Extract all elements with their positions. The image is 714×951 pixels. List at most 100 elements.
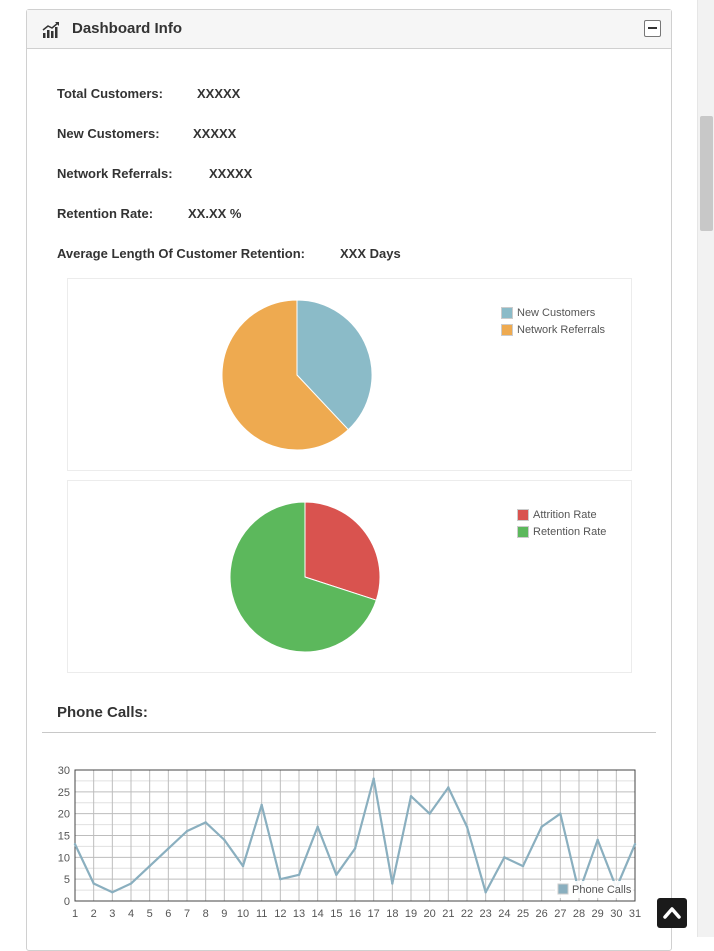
x-tick-label: 10 bbox=[237, 908, 249, 920]
x-tick-label: 22 bbox=[461, 908, 473, 920]
data-point bbox=[503, 856, 506, 859]
y-tick-label: 30 bbox=[58, 765, 70, 777]
data-point bbox=[204, 821, 207, 824]
data-point bbox=[447, 786, 450, 789]
y-tick-label: 0 bbox=[64, 896, 70, 908]
legend-swatch-network-referrals bbox=[501, 324, 513, 336]
data-point bbox=[372, 777, 375, 780]
data-point bbox=[92, 882, 95, 885]
data-point bbox=[484, 891, 487, 894]
x-tick-label: 12 bbox=[274, 908, 286, 920]
data-point bbox=[167, 847, 170, 850]
data-point bbox=[521, 864, 525, 868]
data-point bbox=[596, 838, 599, 842]
x-tick-label: 1 bbox=[72, 908, 78, 920]
data-point bbox=[223, 838, 226, 842]
legend-swatch-new-customers bbox=[501, 307, 513, 319]
collapse-button[interactable] bbox=[644, 20, 661, 37]
data-point bbox=[428, 812, 431, 815]
scrollbar-thumb[interactable] bbox=[700, 116, 713, 231]
x-tick-label: 23 bbox=[480, 908, 492, 920]
data-point bbox=[633, 843, 637, 846]
stat-value-new-customers: XXXXX bbox=[193, 126, 237, 141]
chevron-up-icon bbox=[663, 907, 681, 919]
data-point bbox=[353, 847, 357, 850]
x-tick-label: 16 bbox=[349, 908, 361, 920]
page-scrollbar[interactable] bbox=[697, 0, 714, 937]
x-tick-label: 21 bbox=[442, 908, 454, 920]
x-tick-label: 19 bbox=[405, 908, 417, 920]
x-tick-label: 31 bbox=[629, 908, 641, 920]
data-point bbox=[129, 882, 133, 885]
x-tick-label: 5 bbox=[147, 908, 153, 920]
legend-item-retention-rate: Retention Rate bbox=[517, 524, 606, 541]
legend-label-retention-rate: Retention Rate bbox=[533, 526, 607, 538]
y-tick-label: 5 bbox=[64, 874, 70, 886]
legend-label-attrition-rate: Attrition Rate bbox=[533, 509, 597, 521]
x-tick-label: 9 bbox=[221, 908, 227, 920]
x-tick-label: 24 bbox=[498, 908, 510, 920]
x-tick-label: 7 bbox=[184, 908, 190, 920]
retention-pie-chart-box: Attrition Rate Retention Rate bbox=[67, 480, 632, 673]
panel-title: Dashboard Info bbox=[72, 20, 183, 37]
data-point bbox=[540, 825, 543, 828]
data-point bbox=[111, 891, 114, 894]
legend-label-new-customers: New Customers bbox=[517, 307, 596, 319]
data-point bbox=[409, 795, 413, 798]
x-tick-label: 17 bbox=[368, 908, 380, 920]
line-legend-label: Phone Calls bbox=[572, 884, 632, 896]
data-point bbox=[73, 843, 77, 846]
back-to-top-button[interactable] bbox=[657, 898, 687, 928]
data-point bbox=[297, 873, 301, 876]
data-point bbox=[279, 877, 282, 881]
phone-calls-title: Phone Calls: bbox=[57, 704, 148, 721]
x-tick-label: 6 bbox=[165, 908, 171, 920]
x-tick-label: 26 bbox=[536, 908, 548, 920]
stat-value-avg-retention: XXX Days bbox=[340, 246, 401, 261]
data-point bbox=[316, 825, 319, 828]
x-tick-label: 11 bbox=[256, 908, 267, 920]
customers-pie-legend: New Customers Network Referrals bbox=[501, 305, 605, 339]
bar-chart-icon bbox=[42, 21, 60, 39]
x-tick-label: 14 bbox=[312, 908, 324, 920]
legend-item-attrition-rate: Attrition Rate bbox=[517, 507, 606, 524]
panel-header: Dashboard Info bbox=[27, 10, 671, 49]
phone-calls-line-chart: 0510152025301 2 3 4 5 6 7 8 9 10 11 12 13 14 15 16 17 18 1… bbox=[58, 765, 641, 920]
x-tick-label: 18 bbox=[386, 908, 398, 920]
data-point bbox=[148, 864, 151, 868]
x-tick-label: 8 bbox=[203, 908, 209, 920]
y-tick-label: 20 bbox=[58, 809, 70, 821]
stat-label-new-customers: New Customers: bbox=[57, 126, 160, 141]
x-tick-label: 25 bbox=[517, 908, 529, 920]
stat-label-total-customers: Total Customers: bbox=[57, 86, 163, 101]
section-divider bbox=[42, 732, 656, 733]
x-tick-label: 13 bbox=[293, 908, 305, 920]
retention-pie-legend: Attrition Rate Retention Rate bbox=[517, 507, 606, 541]
data-point bbox=[185, 829, 189, 833]
data-point bbox=[260, 803, 263, 807]
data-point bbox=[391, 882, 394, 885]
stat-value-total-customers: XXXXX bbox=[197, 86, 241, 101]
stat-label-network-referrals: Network Referrals: bbox=[57, 166, 173, 181]
y-tick-label: 25 bbox=[58, 787, 70, 799]
y-tick-label: 10 bbox=[58, 852, 70, 864]
legend-swatch-retention-rate bbox=[517, 526, 529, 538]
data-point bbox=[241, 864, 245, 868]
data-point bbox=[335, 873, 338, 876]
legend-item-network-referrals: Network Referrals bbox=[501, 322, 605, 339]
data-point bbox=[559, 812, 562, 815]
x-tick-label: 28 bbox=[573, 908, 585, 920]
line-legend-swatch bbox=[557, 883, 569, 895]
x-tick-label: 3 bbox=[109, 908, 115, 920]
customers-pie-chart-box: New Customers Network Referrals bbox=[67, 278, 632, 471]
x-tick-label: 20 bbox=[424, 908, 436, 920]
y-tick-label: 15 bbox=[58, 831, 70, 843]
stat-value-network-referrals: XXXXX bbox=[209, 166, 253, 181]
x-tick-label: 2 bbox=[91, 908, 97, 920]
x-tick-label: 15 bbox=[330, 908, 342, 920]
stat-label-retention-rate: Retention Rate: bbox=[57, 206, 154, 221]
legend-swatch-attrition-rate bbox=[517, 509, 529, 521]
stat-value-retention-rate: XX.XX % bbox=[188, 206, 242, 221]
x-tick-label: 4 bbox=[128, 908, 134, 920]
legend-item-new-customers: New Customers bbox=[501, 305, 605, 322]
